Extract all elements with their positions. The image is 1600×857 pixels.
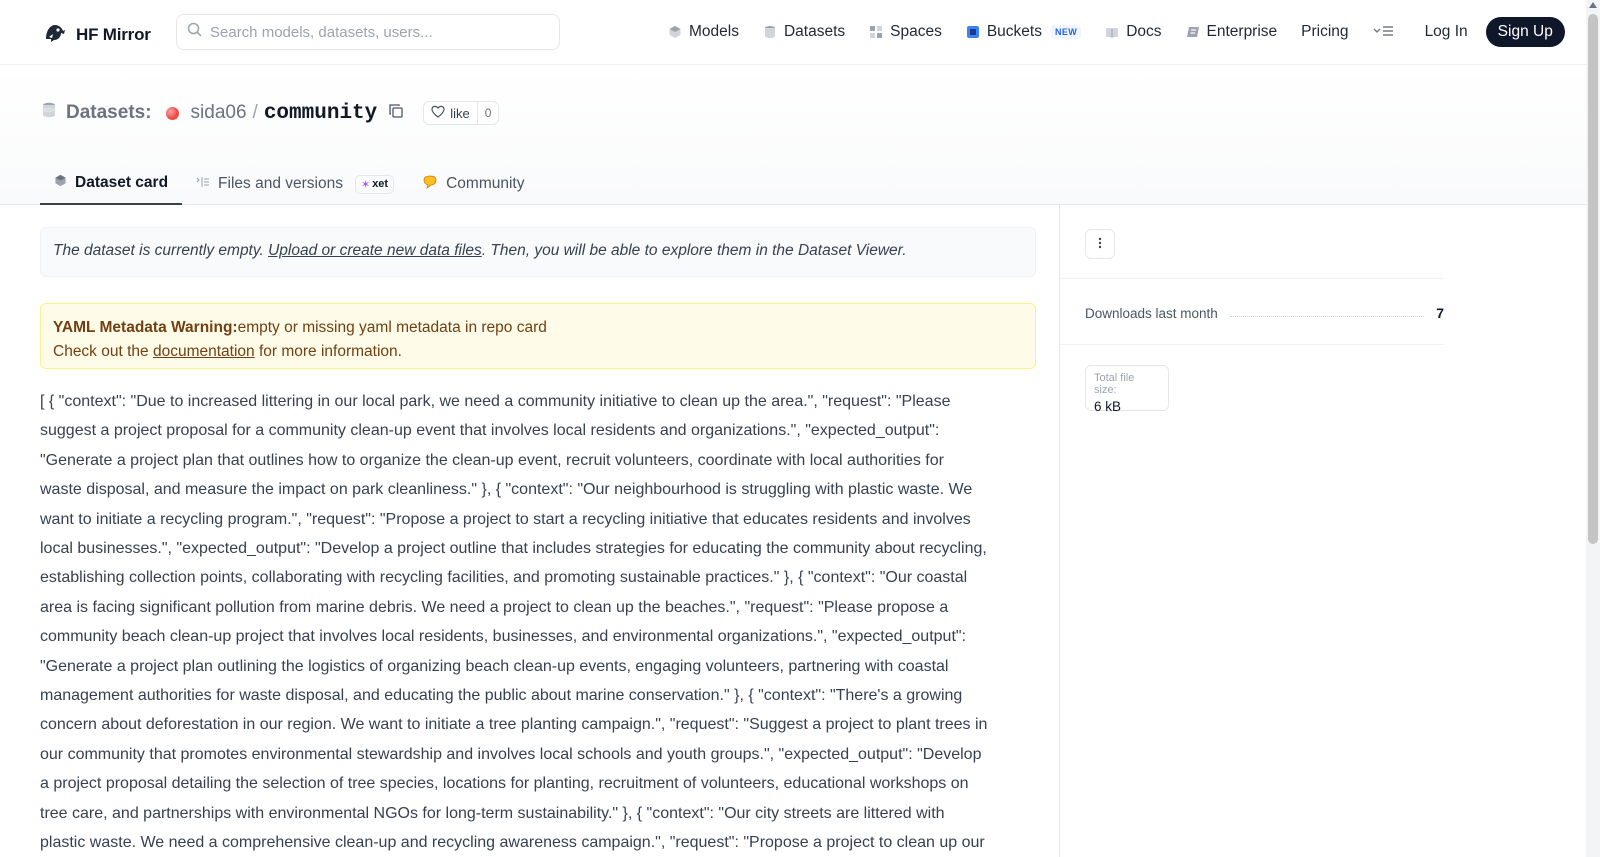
card-body-text: [ { "context": "Due to increased litteri… <box>40 393 988 852</box>
menu-icon <box>1373 24 1395 40</box>
warning-title: YAML Metadata Warning: <box>53 319 238 336</box>
repo-title: Datasets: sida06 / community like 0 <box>42 101 500 125</box>
downloads-stat: Downloads last month 7 <box>1085 305 1444 321</box>
tab-files-label: Files and versions <box>218 175 343 192</box>
brand-name: HF Mirror <box>76 24 151 44</box>
login-link[interactable]: Log In <box>1425 23 1468 41</box>
tab-files-and-versions[interactable]: Files and versions ✶ xet <box>182 163 408 205</box>
bucket-icon <box>966 25 980 39</box>
tab-dataset-card[interactable]: Dataset card <box>40 163 183 205</box>
nav-datasets[interactable]: Datasets <box>763 23 845 41</box>
like-button[interactable]: like 0 <box>423 101 500 125</box>
hf-logo-icon <box>42 19 68 50</box>
empty-notice-suffix: . Then, you will be able to explore them… <box>481 242 907 259</box>
scrollbar-thumb[interactable] <box>1588 14 1598 544</box>
like-count: 0 <box>484 106 492 120</box>
nav-datasets-label: Datasets <box>783 23 846 40</box>
search-icon <box>187 22 202 42</box>
file-size-label: Total file size: <box>1094 372 1135 396</box>
new-badge: NEW <box>1050 25 1082 39</box>
nav-buckets-label: Buckets <box>986 23 1042 40</box>
nav-pricing-label: Pricing <box>1301 23 1349 40</box>
search-box[interactable] <box>176 14 560 50</box>
cube-icon <box>54 174 67 192</box>
tab-dataset-card-label: Dataset card <box>75 174 169 191</box>
tab-community-label: Community <box>446 175 525 192</box>
nav-buckets[interactable]: Buckets NEW <box>966 23 1082 41</box>
empty-notice-prefix: The dataset is currently empty. <box>53 242 269 259</box>
copy-name-button[interactable] <box>389 102 403 124</box>
like-label: like <box>450 105 470 121</box>
yaml-metadata-warning: YAML Metadata Warning:empty or missing y… <box>40 303 1036 369</box>
xet-icon: ✶ <box>360 178 371 191</box>
xet-badge: ✶ xet <box>354 174 395 194</box>
dataset-icon <box>42 102 56 124</box>
nav-enterprise[interactable]: Enterprise <box>1186 23 1278 41</box>
enterprise-icon <box>1186 25 1200 39</box>
repo-tabs: Dataset card Files and versions ✶ xet Co… <box>40 163 538 205</box>
downloads-label: Downloads last month <box>1085 305 1218 321</box>
nav-spaces[interactable]: Spaces <box>869 23 942 41</box>
page-scrollbar[interactable] <box>1586 0 1600 857</box>
owner-avatar <box>165 106 179 120</box>
files-icon <box>196 175 210 193</box>
empty-dataset-notice: The dataset is currently empty. Upload o… <box>40 227 1036 277</box>
downloads-value: 7 <box>1436 305 1444 321</box>
xet-badge-label: xet <box>372 178 389 190</box>
nav-spaces-label: Spaces <box>890 23 942 40</box>
divider <box>1060 344 1444 345</box>
brand-link[interactable]: HF Mirror <box>42 19 151 50</box>
warning-line2-prefix: Check out the <box>53 343 153 360</box>
signup-button[interactable]: Sign Up <box>1485 17 1565 47</box>
search-input[interactable] <box>210 23 540 41</box>
copy-icon <box>389 102 403 124</box>
scroll-up-arrow-icon[interactable] <box>1589 2 1597 8</box>
heart-icon <box>431 105 445 121</box>
more-menu-button[interactable] <box>1373 24 1395 40</box>
nav-links: Models Datasets Spaces Buckets NEW Docs … <box>668 17 1565 47</box>
upload-data-link[interactable]: Upload or create new data files <box>268 242 482 259</box>
nav-enterprise-label: Enterprise <box>1206 23 1278 40</box>
repo-owner[interactable]: sida06 <box>191 102 247 124</box>
warning-line2-suffix: for more information. <box>254 343 402 360</box>
repo-header: Datasets: sida06 / community like 0 Data… <box>0 65 1586 205</box>
nav-pricing[interactable]: Pricing <box>1301 23 1348 41</box>
nav-models[interactable]: Models <box>668 23 739 41</box>
options-menu-button[interactable] <box>1085 229 1115 259</box>
divider <box>1060 278 1444 279</box>
tab-community[interactable]: Community <box>408 163 538 205</box>
file-size-card: Total file size: 6 kB <box>1085 365 1169 414</box>
book-icon <box>1105 25 1119 39</box>
dataset-sidebar: Downloads last month 7 Total file size: … <box>1059 205 1586 857</box>
repo-type-label[interactable]: Datasets: <box>66 102 152 124</box>
community-icon <box>422 175 438 194</box>
grid-icon <box>869 25 883 39</box>
repo-name[interactable]: community <box>264 102 377 125</box>
nav-docs[interactable]: Docs <box>1105 23 1162 41</box>
nav-models-label: Models <box>689 23 739 40</box>
kebab-icon <box>1098 236 1102 252</box>
top-navigation: HF Mirror Models Datasets Spaces <box>0 0 1586 65</box>
nav-docs-label: Docs <box>1126 23 1162 40</box>
warning-message: empty or missing yaml metadata in repo c… <box>237 319 547 336</box>
file-size-value: 6 kB <box>1094 399 1122 414</box>
database-icon <box>763 25 777 39</box>
dotted-leader <box>1229 315 1425 317</box>
cube-icon <box>668 25 682 39</box>
documentation-link[interactable]: documentation <box>153 343 255 360</box>
path-separator: / <box>252 102 258 123</box>
